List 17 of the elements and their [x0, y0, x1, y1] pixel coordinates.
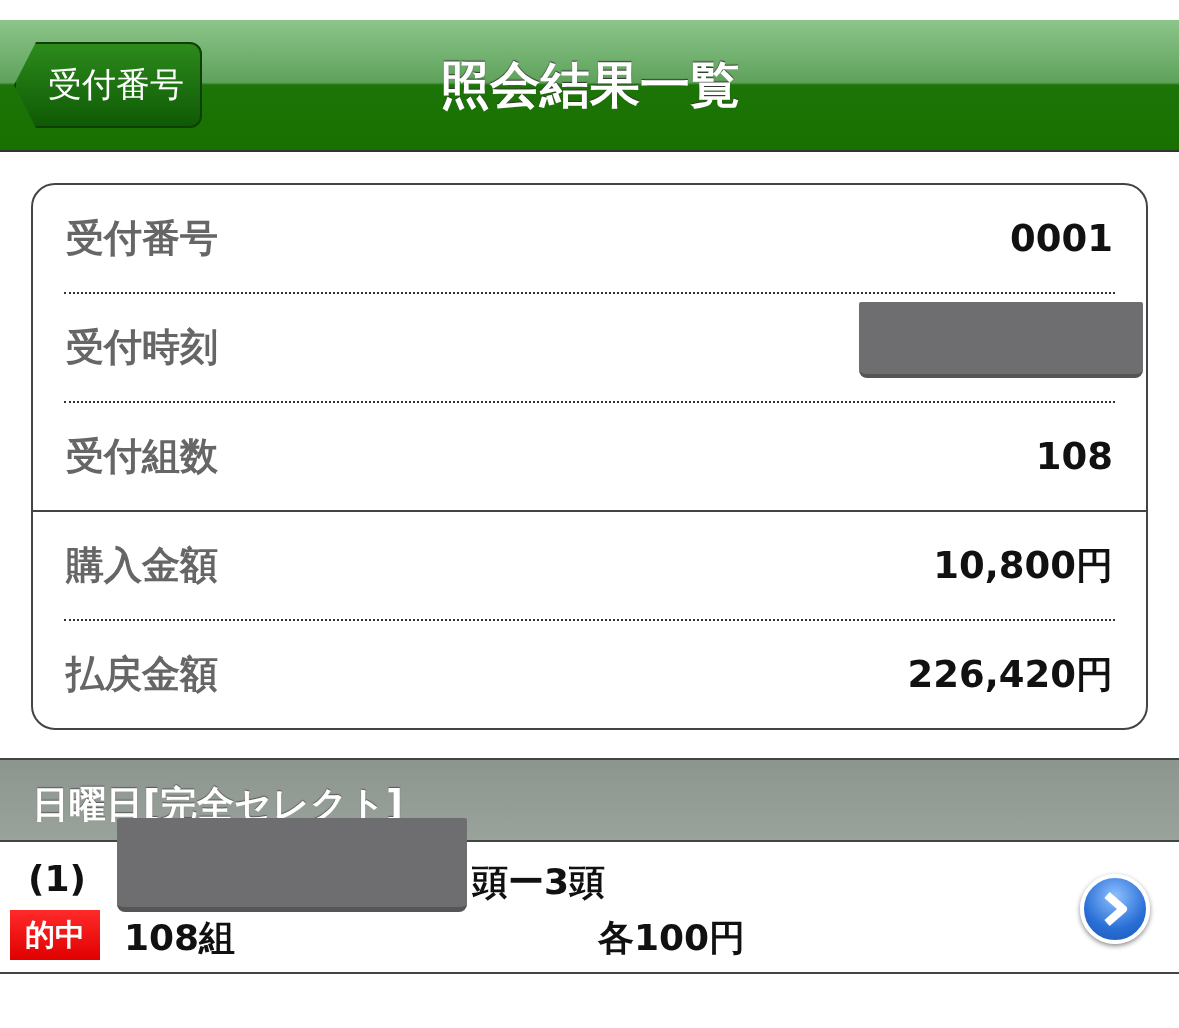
field-label: 購入金額 [66, 542, 218, 589]
combination-count: 108組 [124, 916, 236, 960]
field-label: 払戻金額 [66, 651, 218, 698]
bet-amount: 各100円 [598, 916, 746, 960]
field-label: 受付時刻 [66, 324, 218, 371]
field-value: 0001 [1010, 217, 1113, 260]
field-label: 受付番号 [66, 215, 218, 262]
bet-number: (1) [28, 858, 86, 899]
field-label: 受付組数 [66, 433, 218, 480]
field-value: 108 [1035, 435, 1113, 478]
page-title: 照会結果一覧 [439, 54, 740, 116]
bet-detail: 頭ー3頭 [472, 860, 606, 904]
back-button[interactable]: 受付番号 [14, 42, 202, 128]
section-title: 日曜日[完全セレクト] [32, 782, 403, 828]
field-value: 226,420円 [907, 651, 1113, 698]
hit-badge: 的中 [10, 910, 100, 960]
field-value: 10,800円 [933, 542, 1113, 589]
